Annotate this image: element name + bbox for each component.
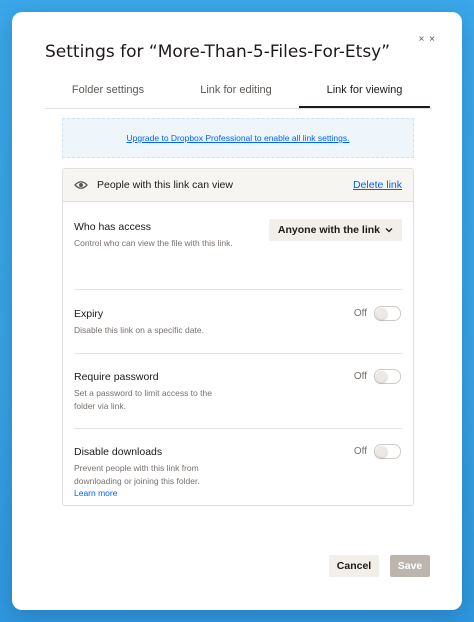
chevron-down-icon — [385, 228, 393, 233]
require-password-row: Require password Set a password to limit… — [74, 371, 402, 412]
require-password-switch[interactable] — [374, 369, 401, 384]
save-button[interactable]: Save — [390, 555, 430, 577]
require-password-title: Require password — [74, 371, 159, 383]
permission-label: People with this link can view — [97, 179, 233, 191]
dialog-title: Settings for “More-Than-5-Files-For-Etsy… — [45, 42, 391, 62]
access-dropdown-value: Anyone with the link — [277, 224, 380, 236]
disable-downloads-title: Disable downloads — [74, 446, 163, 458]
expiry-title: Expiry — [74, 308, 104, 320]
tab-folder-settings[interactable]: Folder settings — [45, 80, 171, 108]
require-password-toggle[interactable]: Off — [354, 369, 401, 384]
divider — [74, 428, 402, 429]
expiry-row: Expiry Disable this link on a specific d… — [74, 308, 402, 337]
delete-link-button[interactable]: Delete link — [353, 179, 402, 191]
expiry-toggle[interactable]: Off — [354, 306, 401, 321]
cancel-button[interactable]: Cancel — [329, 555, 379, 577]
who-has-access-description: Control who can view the file with this … — [74, 238, 233, 248]
disable-downloads-row: Disable downloads Prevent people with th… — [74, 446, 402, 500]
upgrade-link[interactable]: Upgrade to Dropbox Professional to enabl… — [126, 133, 349, 143]
upgrade-banner: Upgrade to Dropbox Professional to enabl… — [62, 118, 414, 158]
eye-icon — [74, 181, 88, 189]
settings-dialog: × × Settings for “More-Than-5-Files-For-… — [12, 12, 462, 610]
disable-downloads-description-text: Prevent people with this link from downl… — [74, 463, 200, 486]
require-password-description: Set a password to limit access to the fo… — [74, 388, 212, 411]
expiry-switch[interactable] — [374, 306, 401, 321]
tab-bar: Folder settings Link for editing Link fo… — [45, 80, 432, 109]
panel-header: People with this link can view Delete li… — [63, 169, 413, 202]
access-dropdown[interactable]: Anyone with the link — [268, 219, 402, 241]
link-settings-panel: People with this link can view Delete li… — [62, 168, 414, 506]
divider — [74, 289, 402, 290]
expiry-toggle-state: Off — [353, 308, 367, 319]
disable-downloads-toggle[interactable]: Off — [354, 444, 401, 459]
tab-link-for-viewing[interactable]: Link for viewing — [299, 80, 430, 108]
disable-downloads-switch[interactable] — [374, 444, 401, 459]
disable-downloads-toggle-state: Off — [353, 446, 367, 457]
expiry-description: Disable this link on a specific date. — [74, 325, 204, 335]
learn-more-link[interactable]: Learn more — [74, 487, 234, 500]
divider — [74, 353, 402, 354]
tab-link-for-editing[interactable]: Link for editing — [171, 80, 301, 108]
require-password-toggle-state: Off — [353, 371, 367, 382]
disable-downloads-description: Prevent people with this link from downl… — [74, 462, 234, 500]
